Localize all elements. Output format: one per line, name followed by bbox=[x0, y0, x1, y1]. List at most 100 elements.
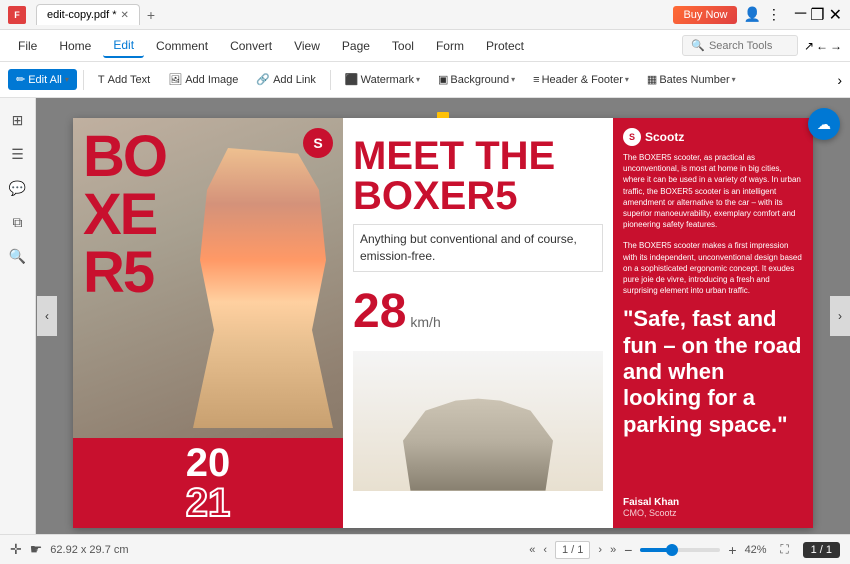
quote-author: Faisal Khan CMO, Scootz bbox=[623, 497, 803, 518]
scootz-logo-symbol: S bbox=[313, 135, 322, 151]
author-title: CMO, Scootz bbox=[623, 508, 803, 518]
pdf-page: S BOXER5 20 21 bbox=[73, 118, 813, 528]
menu-bar: File Home Edit Comment Convert View Page… bbox=[0, 30, 850, 62]
external-link-icon[interactable]: ↗ bbox=[804, 39, 814, 53]
tab-close-button[interactable]: ✕ bbox=[121, 10, 129, 21]
new-tab-button[interactable]: + bbox=[140, 4, 162, 26]
close-icon[interactable]: ✕ bbox=[829, 5, 842, 25]
left-sidebar: ⊞ ☰ 💬 ⧉ 🔍 bbox=[0, 98, 36, 534]
user-icon[interactable]: 👤 bbox=[743, 6, 760, 23]
edit-all-button[interactable]: ✏ Edit All ▾ bbox=[8, 69, 77, 90]
scootz-circle-logo: S bbox=[623, 128, 641, 146]
nav-right-chevron-icon: › bbox=[838, 309, 842, 323]
floating-action-button[interactable]: ☁ bbox=[808, 108, 840, 140]
edit-all-icon: ✏ bbox=[16, 73, 25, 86]
nav-first-button[interactable]: « bbox=[529, 544, 535, 556]
speed-unit: km/h bbox=[410, 314, 440, 330]
menu-view[interactable]: View bbox=[284, 35, 330, 57]
hand-icon: ☛ bbox=[30, 541, 43, 558]
header-footer-chevron: ▾ bbox=[625, 75, 629, 84]
menu-home[interactable]: Home bbox=[49, 35, 101, 57]
toolbar-more-icon[interactable]: › bbox=[837, 72, 842, 88]
add-link-button[interactable]: 🔗 Add Link bbox=[248, 69, 324, 90]
author-name: Faisal Khan bbox=[623, 497, 803, 508]
bates-icon: ▦ bbox=[647, 73, 657, 86]
cloud-icon: ☁ bbox=[817, 116, 831, 133]
watermark-icon: ⬛ bbox=[345, 73, 359, 86]
add-image-button[interactable]: 🖼 Add Image bbox=[160, 69, 246, 90]
nav-last-button[interactable]: » bbox=[610, 544, 616, 556]
page-nav-right-button[interactable]: › bbox=[830, 296, 850, 336]
content-area: ☁ S BOXER5 bbox=[36, 98, 850, 534]
sidebar-thumbnail-icon[interactable]: ⊞ bbox=[4, 106, 32, 134]
bates-number-button[interactable]: ▦ Bates Number ▾ bbox=[639, 69, 744, 90]
app-icon: F bbox=[8, 6, 26, 24]
year-outline: 21 bbox=[186, 483, 231, 523]
add-text-button[interactable]: T Add Text bbox=[90, 70, 158, 90]
menu-tool[interactable]: Tool bbox=[382, 35, 424, 57]
year-box: 20 21 bbox=[73, 438, 343, 528]
background-chevron: ▾ bbox=[511, 75, 515, 84]
background-button[interactable]: ▣ Background ▾ bbox=[430, 69, 523, 90]
zoom-in-button[interactable]: + bbox=[728, 542, 736, 558]
toolbar-separator-1 bbox=[83, 70, 84, 90]
sidebar-search-icon[interactable]: 🔍 bbox=[4, 242, 32, 270]
add-link-icon: 🔗 bbox=[256, 73, 270, 86]
search-tools-input[interactable] bbox=[709, 40, 789, 52]
pdf-left-section: S BOXER5 20 21 bbox=[73, 118, 343, 528]
restore-icon[interactable]: ❐ bbox=[810, 5, 824, 25]
nav-prev-button[interactable]: ‹ bbox=[543, 544, 547, 556]
scooter-image bbox=[353, 351, 603, 491]
meet-boxer-title: MEET THE BOXER5 bbox=[353, 136, 603, 216]
search-icon: 🔍 bbox=[691, 39, 705, 52]
speed-display: 28 km/h bbox=[353, 284, 603, 339]
sidebar-bookmark-icon[interactable]: ☰ bbox=[4, 140, 32, 168]
menu-page[interactable]: Page bbox=[332, 35, 380, 57]
sidebar-layers-icon[interactable]: ⧉ bbox=[4, 208, 32, 236]
page-dimensions: 62.92 x 29.7 cm bbox=[50, 544, 128, 556]
menu-icon[interactable]: ⋮ bbox=[767, 6, 781, 23]
zoom-slider-thumb[interactable] bbox=[666, 544, 678, 556]
menu-form[interactable]: Form bbox=[426, 35, 474, 57]
active-tab[interactable]: edit-copy.pdf * ✕ bbox=[36, 4, 140, 25]
menu-comment[interactable]: Comment bbox=[146, 35, 218, 57]
year-solid: 20 bbox=[186, 443, 231, 483]
watermark-chevron: ▾ bbox=[416, 75, 420, 84]
forward-icon[interactable]: → bbox=[830, 39, 842, 53]
cursor-icon: ✛ bbox=[10, 541, 22, 558]
watermark-button[interactable]: ⬛ Watermark ▾ bbox=[337, 69, 428, 90]
person-photo bbox=[193, 148, 333, 428]
menu-file[interactable]: File bbox=[8, 35, 47, 57]
zoom-level: 42% bbox=[745, 544, 767, 556]
scootz-logo-left: S bbox=[303, 128, 333, 158]
toolbar: ✏ Edit All ▾ T Add Text 🖼 Add Image 🔗 Ad… bbox=[0, 62, 850, 98]
boxer-subtitle: Anything but conventional and of course,… bbox=[353, 224, 603, 272]
nav-next-button[interactable]: › bbox=[598, 544, 602, 556]
menu-edit[interactable]: Edit bbox=[103, 34, 144, 58]
add-text-icon: T bbox=[98, 74, 105, 86]
boxer-description-2: The BOXER5 scooter makes a first impress… bbox=[623, 240, 803, 296]
page-nav-left-button[interactable]: ‹ bbox=[37, 296, 57, 336]
bates-chevron: ▾ bbox=[732, 75, 736, 84]
page-indicator: 1 / 1 bbox=[803, 542, 840, 558]
buy-now-button[interactable]: Buy Now bbox=[673, 6, 737, 24]
scootz-logo-right: S Scootz bbox=[623, 128, 803, 146]
sidebar-comment-icon[interactable]: 💬 bbox=[4, 174, 32, 202]
fullscreen-button[interactable]: ⛶ bbox=[775, 540, 795, 560]
minimize-icon[interactable]: ─ bbox=[795, 5, 806, 25]
add-image-icon: 🖼 bbox=[168, 73, 182, 86]
zoom-out-button[interactable]: − bbox=[624, 542, 632, 558]
window-controls: ─ ❐ ✕ bbox=[795, 5, 842, 25]
tab-filename: edit-copy.pdf * bbox=[47, 9, 117, 21]
back-icon[interactable]: ← bbox=[816, 39, 828, 53]
menu-convert[interactable]: Convert bbox=[220, 35, 282, 57]
title-bar: F edit-copy.pdf * ✕ + Buy Now 👤 ⋮ ─ ❐ ✕ bbox=[0, 0, 850, 30]
menu-protect[interactable]: Protect bbox=[476, 35, 534, 57]
page-input[interactable]: 1 / 1 bbox=[555, 541, 590, 559]
scootz-brand-name: Scootz bbox=[645, 130, 684, 144]
zoom-slider[interactable] bbox=[640, 548, 720, 552]
edit-all-chevron: ▾ bbox=[65, 75, 69, 84]
toolbar-separator-2 bbox=[330, 70, 331, 90]
boxer-title-text: BOXER5 bbox=[83, 128, 166, 302]
header-footer-button[interactable]: ≡ Header & Footer ▾ bbox=[525, 70, 637, 90]
